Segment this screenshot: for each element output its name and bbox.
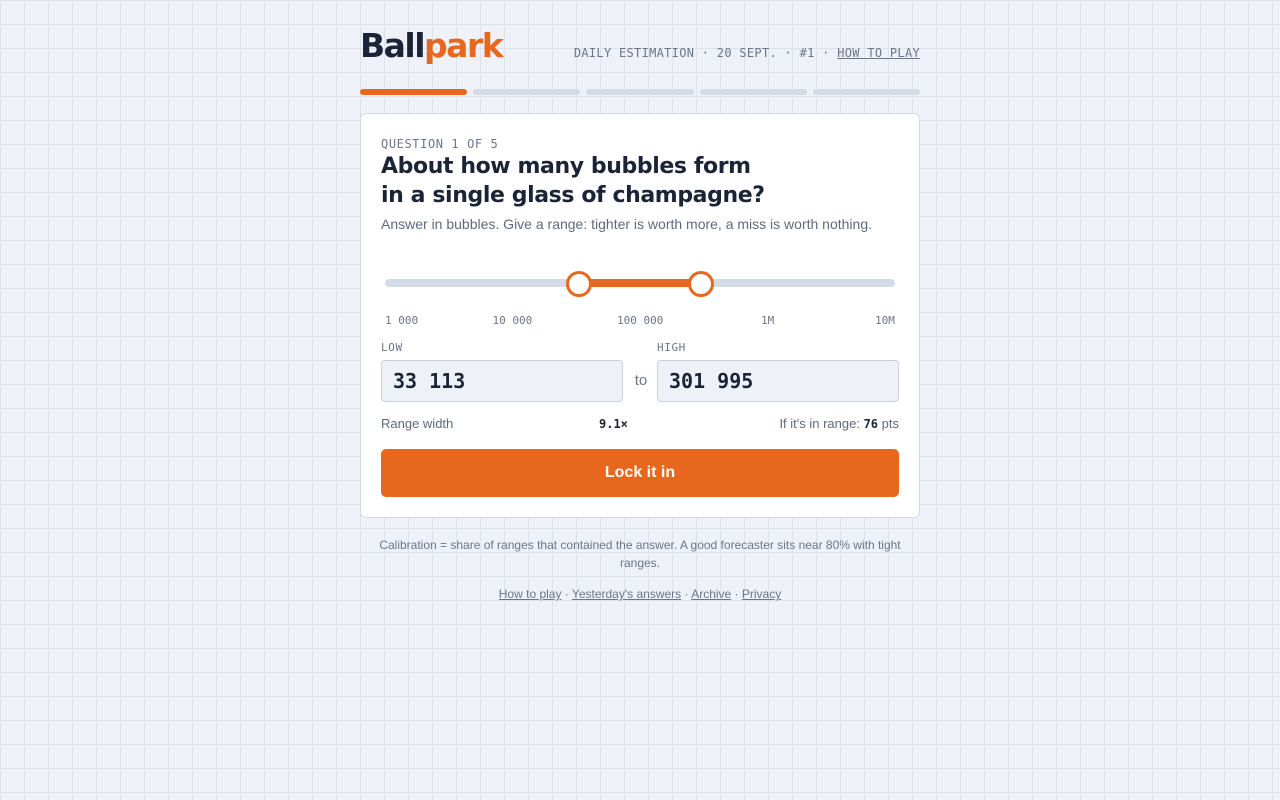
page-container: Ballpark DAILY ESTIMATION · 20 SEPT. · #…	[360, 0, 921, 601]
question-title-line2: in a single glass of champagne?	[381, 183, 765, 208]
range-slider[interactable]	[385, 270, 895, 297]
lock-it-in-button[interactable]: Lock it in	[381, 449, 899, 497]
question-subtitle: Answer in bubbles. Give a range: tighter…	[381, 216, 872, 232]
slider-selected-range	[578, 279, 702, 287]
slider-low-handle[interactable]	[565, 271, 592, 297]
logo-part-park: park	[424, 26, 504, 65]
footer-links: How to play · Yesterday's answers · Arch…	[360, 587, 920, 601]
range-separator: to	[634, 372, 648, 389]
how-to-play-link[interactable]: HOW TO PLAY	[837, 46, 920, 60]
slider-tick-label: 10 000	[492, 314, 533, 327]
header: Ballpark DAILY ESTIMATION · 20 SEPT. · #…	[360, 0, 920, 90]
slider-tick-label: 1 000	[385, 314, 419, 327]
slider-tick-label: 10M	[875, 314, 895, 327]
header-meta: DAILY ESTIMATION · 20 SEPT. · #1 · HOW T…	[574, 46, 920, 60]
footer-link[interactable]: Yesterday's answers	[572, 587, 681, 601]
progress-segment	[586, 89, 694, 95]
low-label: LOW	[381, 341, 403, 354]
link-separator: ·	[731, 587, 742, 601]
progress-segment	[360, 89, 468, 95]
link-separator: ·	[561, 587, 572, 601]
progress-segment	[473, 89, 581, 95]
points-prefix: If it's in range:	[779, 416, 864, 431]
link-separator: ·	[681, 587, 692, 601]
range-width-label: Range width	[381, 416, 454, 431]
progress-segment	[699, 89, 807, 95]
calibration-note: Calibration = share of ranges that conta…	[379, 538, 901, 570]
question-title: About how many bubbles form in a single …	[381, 152, 801, 210]
low-input[interactable]	[381, 360, 623, 402]
logo-part-ball: Ball	[360, 26, 426, 65]
question-number: QUESTION 1 OF 5	[381, 137, 499, 151]
high-label: HIGH	[657, 341, 686, 354]
points-suffix: pts	[878, 416, 899, 431]
question-card: QUESTION 1 OF 5 About how many bubbles f…	[360, 113, 920, 518]
logo: Ballpark	[360, 26, 504, 65]
footer-link[interactable]: How to play	[499, 587, 562, 601]
footer-link[interactable]: Privacy	[742, 587, 781, 601]
points-preview: If it's in range: 76 pts	[779, 416, 899, 431]
high-input[interactable]	[657, 360, 899, 402]
range-width-value: 9.1×	[599, 417, 628, 431]
slider-tick-label: 1M	[761, 314, 775, 327]
slider-high-handle[interactable]	[688, 271, 715, 297]
meta-text: DAILY ESTIMATION · 20 SEPT. · #1 ·	[573, 46, 838, 60]
points-value: 76	[863, 417, 879, 431]
progress-segment	[812, 89, 921, 95]
footer-link[interactable]: Archive	[691, 587, 731, 601]
slider-tick-label: 100 000	[617, 314, 664, 327]
slider-ticks: 1 000 10 000 100 000 1M 10M	[385, 314, 895, 330]
question-title-line1: About how many bubbles form	[381, 154, 751, 179]
question-progress	[360, 89, 921, 95]
